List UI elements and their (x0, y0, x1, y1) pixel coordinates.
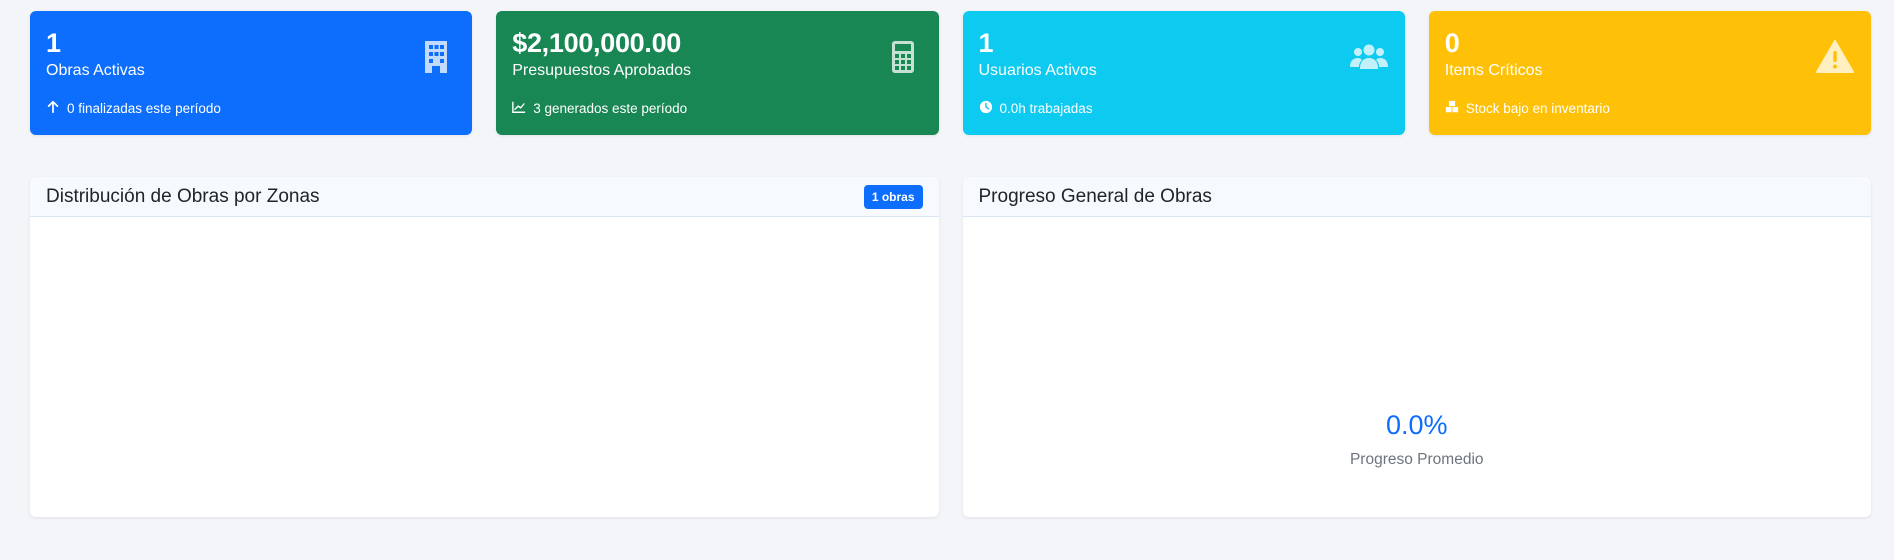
obras-count-badge: 1 obras (863, 184, 923, 209)
stat-footnote: Stock bajo en inventario (1445, 100, 1610, 117)
stat-footnote: 0 finalizadas este período (46, 100, 221, 117)
stat-footnote: 0.0h trabajadas (979, 100, 1093, 117)
stat-value: 1 (46, 28, 61, 58)
warning-icon (1815, 37, 1855, 77)
stat-footnote-text: 3 generados este período (533, 101, 688, 116)
clock-icon (979, 100, 993, 117)
building-icon (416, 37, 456, 77)
panel-header: Distribución de Obras por Zonas 1 obras (30, 177, 939, 217)
stat-value: 1 (978, 28, 994, 58)
stat-card-obras-activas: 1 Obras Activas 0 finalizadas este perío… (30, 11, 473, 135)
stat-label: Presupuestos Aprobados (512, 62, 692, 79)
progress-summary: 0.0% Progreso Promedio (963, 409, 1872, 469)
stat-value: 0 (1444, 28, 1460, 58)
panel-title: Distribución de Obras por Zonas (46, 185, 320, 207)
zones-chart-area (30, 217, 939, 517)
users-icon (1349, 37, 1389, 77)
stat-footnote-text: 0 finalizadas este período (67, 101, 221, 116)
stat-card-usuarios-activos: 1 Usuarios Activos 0.0h trabajadas (962, 11, 1405, 135)
stat-card-presupuestos: $2,100,000.00 Presupuestos Aprobados 3 g… (496, 11, 939, 135)
stat-footnote-text: 0.0h trabajadas (999, 101, 1093, 116)
boxes-icon (1445, 100, 1459, 117)
panel-title: Progreso General de Obras (978, 185, 1212, 207)
progress-overview-panel: Progreso General de Obras 0.0% Progreso … (962, 177, 1872, 517)
zones-distribution-panel: Distribución de Obras por Zonas 1 obras (30, 177, 939, 517)
arrow-up-icon (46, 100, 60, 117)
stats-row: 1 Obras Activas 0 finalizadas este perío… (30, 11, 1871, 135)
stat-label: Obras Activas (46, 62, 145, 79)
progress-value: 0.0% (1385, 410, 1448, 440)
stat-card-items-criticos: 0 Items Críticos Stock bajo en inventari… (1428, 11, 1871, 135)
calculator-icon (883, 37, 923, 77)
stat-footnote: 3 generados este período (512, 100, 687, 117)
stat-label: Usuarios Activos (978, 62, 1097, 79)
stat-footnote-text: Stock bajo en inventario (1465, 101, 1610, 116)
stat-label: Items Críticos (1444, 62, 1543, 79)
panels-row: Distribución de Obras por Zonas 1 obras … (30, 177, 1871, 517)
progress-label: Progreso Promedio (1349, 451, 1484, 468)
chart-line-icon (512, 100, 526, 117)
stat-value: $2,100,000.00 (512, 28, 682, 58)
panel-header: Progreso General de Obras (962, 177, 1871, 217)
